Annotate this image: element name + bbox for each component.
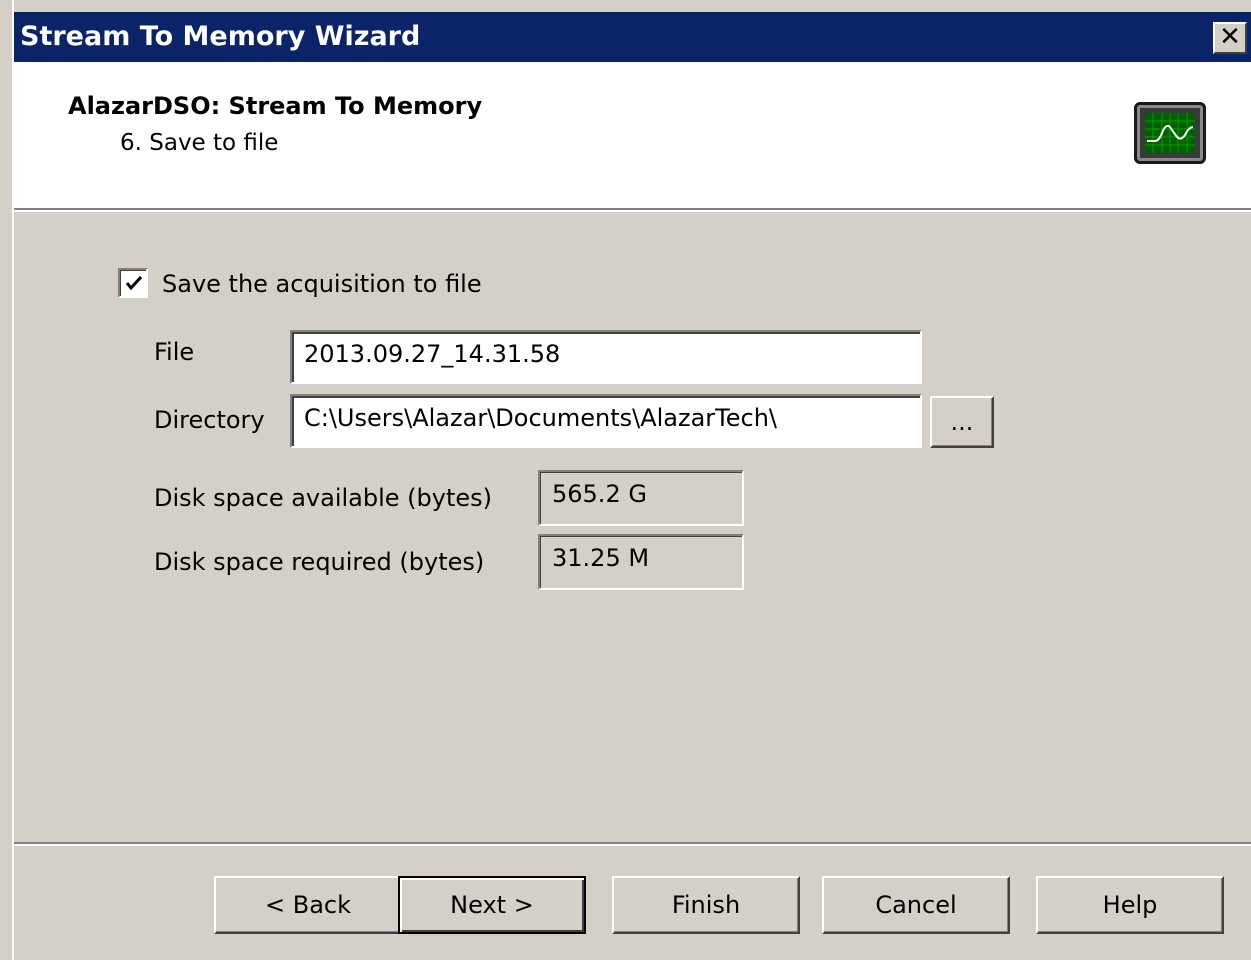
file-label: File	[154, 338, 195, 366]
checkmark-icon	[125, 275, 143, 291]
disk-required-value: 31.25 M	[538, 534, 744, 590]
file-name-input[interactable]: 2013.09.27_14.31.58	[290, 330, 922, 384]
disk-available-label: Disk space available (bytes)	[154, 484, 493, 512]
close-button[interactable]: ✕	[1213, 22, 1247, 54]
window-left-border	[0, 0, 14, 960]
page-title: AlazarDSO: Stream To Memory	[68, 92, 483, 120]
wizard-header: AlazarDSO: Stream To Memory 6. Save to f…	[14, 62, 1251, 210]
disk-required-label: Disk space required (bytes)	[154, 548, 485, 576]
save-to-file-checkbox[interactable]	[118, 268, 148, 298]
oscilloscope-icon	[1134, 102, 1206, 164]
help-button[interactable]: Help	[1036, 876, 1224, 934]
browse-directory-button[interactable]: ...	[930, 396, 994, 448]
save-to-file-label[interactable]: Save the acquisition to file	[162, 270, 482, 298]
close-icon: ✕	[1219, 22, 1241, 52]
button-bar-divider-highlight	[14, 844, 1251, 846]
next-button[interactable]: Next >	[398, 876, 586, 934]
back-button[interactable]: < Back	[214, 876, 402, 934]
header-divider	[14, 210, 1251, 212]
title-bar[interactable]: Stream To Memory Wizard ✕	[14, 12, 1251, 62]
directory-input[interactable]: C:\Users\Alazar\Documents\AlazarTech\	[290, 394, 922, 448]
cancel-button[interactable]: Cancel	[822, 876, 1010, 934]
step-title: 6. Save to file	[120, 130, 279, 156]
window-title: Stream To Memory Wizard	[20, 21, 421, 52]
wizard-window: Stream To Memory Wizard ✕ AlazarDSO: Str…	[0, 0, 1251, 960]
disk-available-value: 565.2 G	[538, 470, 744, 526]
finish-button[interactable]: Finish	[612, 876, 800, 934]
directory-label: Directory	[154, 406, 265, 434]
